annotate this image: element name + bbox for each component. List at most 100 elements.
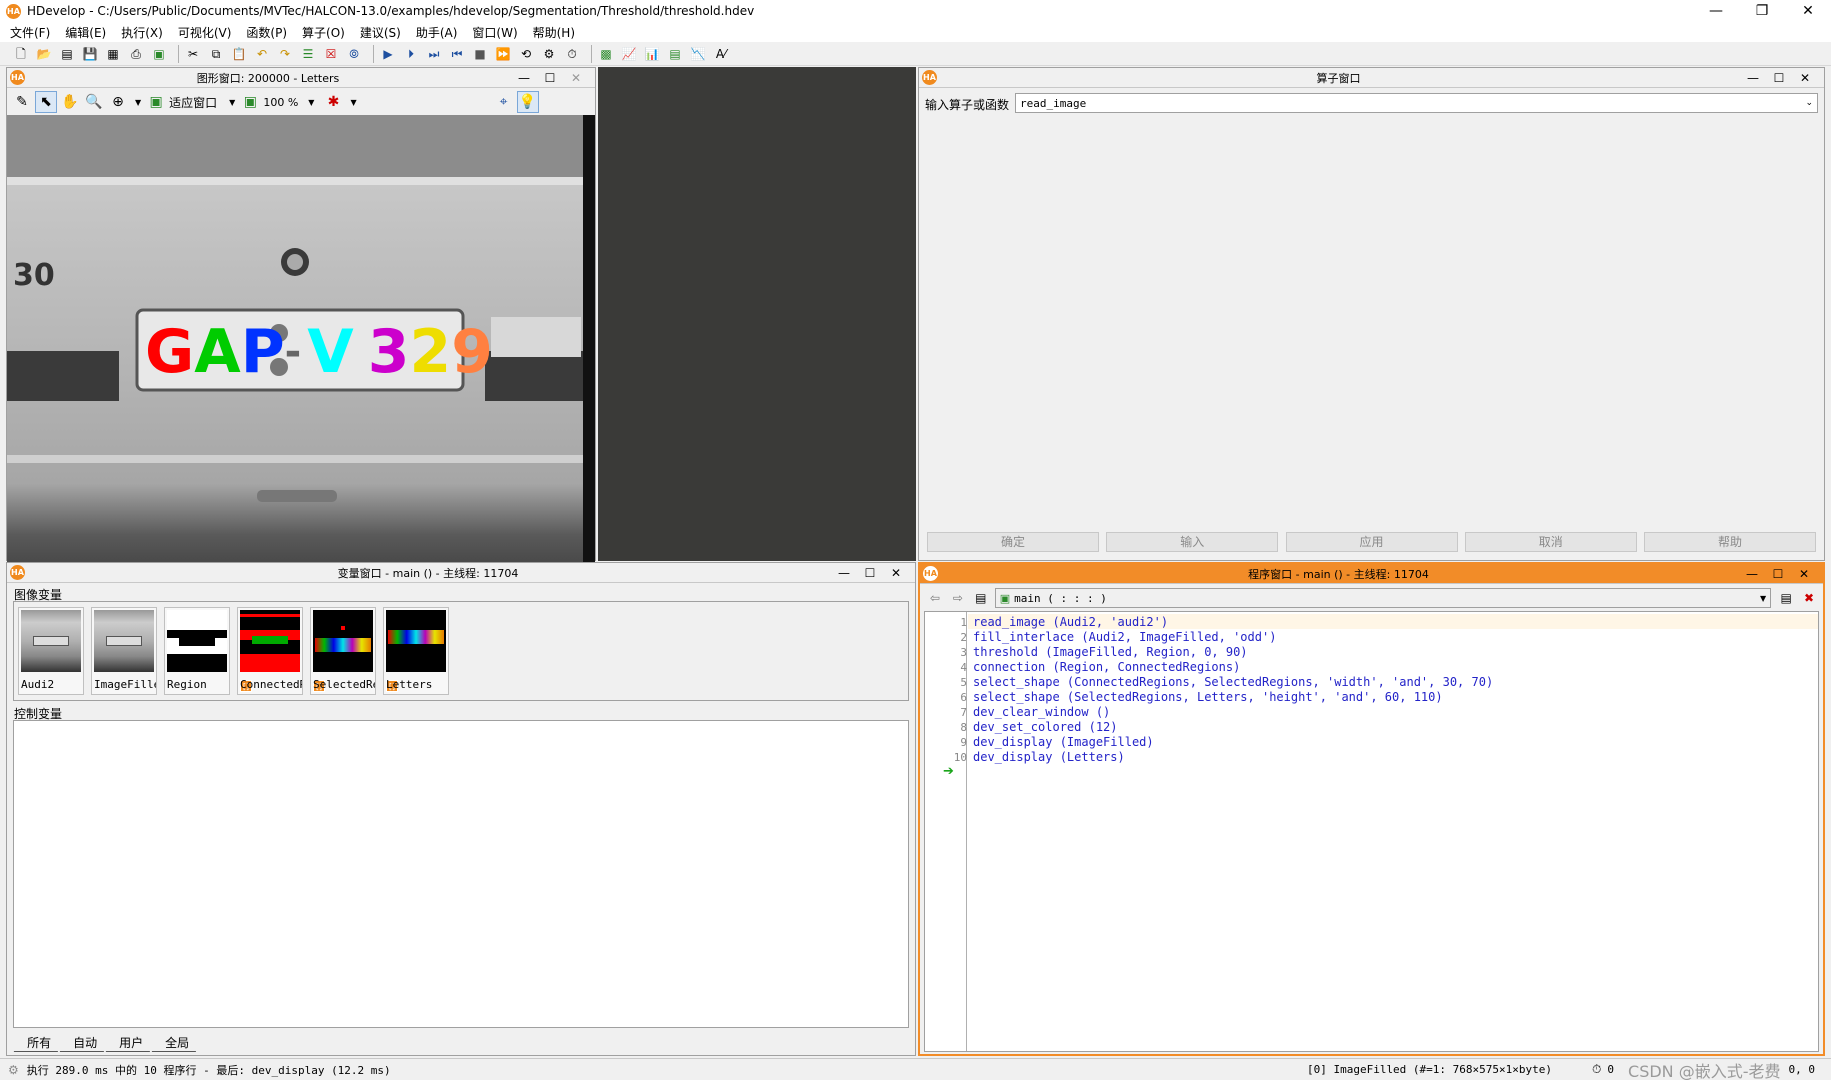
restore-icon[interactable]: ❐: [1739, 3, 1785, 19]
step-over-icon[interactable]: ⏭: [425, 45, 443, 63]
help-button[interactable]: 帮助: [1644, 532, 1816, 552]
procedure-properties-icon[interactable]: ▤: [1777, 589, 1795, 607]
open-file-icon[interactable]: 📂: [35, 45, 53, 63]
minimize-icon[interactable]: —: [831, 566, 857, 580]
fit-dropdown-icon[interactable]: ▼: [229, 98, 235, 107]
ocr-icon[interactable]: A⁄: [712, 45, 730, 63]
code-line[interactable]: dev_display (Letters): [973, 750, 1125, 765]
close-icon[interactable]: ✕: [1791, 567, 1817, 581]
close-icon[interactable]: ✕: [1785, 3, 1831, 19]
close-icon[interactable]: ✕: [1792, 71, 1818, 85]
close-icon[interactable]: ✕: [563, 71, 589, 85]
code-editor[interactable]: 1 2 3 4 5 6 7 8 9 10 read_image (Audi2, …: [924, 611, 1819, 1052]
minimize-icon[interactable]: —: [1693, 3, 1739, 19]
properties-icon[interactable]: ▣: [150, 45, 168, 63]
tab-global[interactable]: 全局: [151, 1034, 203, 1052]
feature-inspection-icon[interactable]: ▤: [666, 45, 684, 63]
cancel-button[interactable]: 取消: [1464, 532, 1637, 552]
step-into-icon[interactable]: ⏮: [448, 45, 466, 63]
thumbnail-imagefilled[interactable]: ImageFilled: [91, 607, 157, 695]
menu-help[interactable]: 帮助(H): [533, 24, 575, 41]
menu-edit[interactable]: 编辑(E): [65, 24, 106, 41]
redo-icon[interactable]: ↷: [276, 45, 294, 63]
line-profile-icon[interactable]: 📈: [620, 45, 638, 63]
export-icon[interactable]: ⎙: [127, 45, 145, 63]
image-acquisition-icon[interactable]: ▩: [597, 45, 615, 63]
minimize-icon[interactable]: —: [511, 71, 537, 85]
maximize-icon[interactable]: ☐: [1765, 567, 1791, 581]
jit-icon[interactable]: ⚙: [540, 45, 558, 63]
tab-user[interactable]: 用户: [105, 1034, 157, 1052]
chevron-down-icon[interactable]: ▼: [1760, 594, 1766, 603]
find-icon[interactable]: ⦾: [345, 45, 363, 63]
code-line[interactable]: fill_interlace (Audi2, ImageFilled, 'odd…: [973, 630, 1276, 645]
thumbnail-audi2[interactable]: Audi2: [18, 607, 84, 695]
operator-input[interactable]: read_image ⌄: [1015, 93, 1818, 113]
forward-arrow-icon[interactable]: ⇨: [949, 589, 967, 607]
code-line[interactable]: select_shape (SelectedRegions, Letters, …: [973, 690, 1443, 705]
save-icon[interactable]: 💾: [81, 45, 99, 63]
step-out-icon[interactable]: ⏩: [494, 45, 512, 63]
menu-procedures[interactable]: 函数(P): [246, 24, 287, 41]
zoom-level-icon[interactable]: ▣: [239, 91, 261, 113]
zoom-level-value[interactable]: 100 %: [263, 96, 298, 109]
code-line[interactable]: read_image (Audi2, 'audi2'): [973, 615, 1168, 630]
stop-icon[interactable]: ■: [471, 45, 489, 63]
new-file-icon[interactable]: 🗋: [12, 45, 30, 63]
tab-auto[interactable]: 自动: [59, 1034, 111, 1052]
apply-button[interactable]: 应用: [1285, 532, 1458, 552]
copy-icon[interactable]: ⧉: [207, 45, 225, 63]
edit-visualization-icon[interactable]: ✎: [11, 91, 33, 113]
maximize-icon[interactable]: ☐: [857, 566, 883, 580]
menu-file[interactable]: 文件(F): [10, 24, 50, 41]
undo-icon[interactable]: ↶: [253, 45, 271, 63]
color-dropdown-icon[interactable]: ▼: [350, 98, 356, 107]
zoom-icon[interactable]: ⊕: [107, 91, 129, 113]
menu-assistants[interactable]: 助手(A): [416, 24, 458, 41]
zoom-dropdown-icon[interactable]: ▼: [135, 98, 141, 107]
run-to-insert-icon[interactable]: ⏵: [402, 45, 420, 63]
run-icon[interactable]: ▶: [379, 45, 397, 63]
maximize-icon[interactable]: ☐: [1766, 71, 1792, 85]
cut-icon[interactable]: ✂: [184, 45, 202, 63]
maximize-icon[interactable]: ☐: [537, 71, 563, 85]
thumbnail-selectedregions[interactable]: [] SelectedRegions: [310, 607, 376, 695]
minimize-icon[interactable]: —: [1740, 71, 1766, 85]
pointer-icon[interactable]: ⬉: [35, 91, 57, 113]
magnifier-icon[interactable]: 🔍: [83, 91, 105, 113]
activate-line-icon[interactable]: ☰: [299, 45, 317, 63]
fit-window-label[interactable]: 适应窗口: [169, 94, 217, 111]
procedure-select[interactable]: ▣ main ( : : : ) ▼: [994, 588, 1772, 608]
histogram-icon[interactable]: 📊: [643, 45, 661, 63]
region-inspection-icon[interactable]: ⌖: [493, 91, 515, 113]
minimize-icon[interactable]: —: [1739, 567, 1765, 581]
close-icon[interactable]: ✕: [883, 566, 909, 580]
light-bulb-icon[interactable]: 💡: [516, 91, 539, 113]
code-line[interactable]: select_shape (ConnectedRegions, Selected…: [973, 675, 1493, 690]
enter-button[interactable]: 输入: [1106, 532, 1279, 552]
thumbnail-region[interactable]: Region: [164, 607, 230, 695]
profiler-icon[interactable]: ⏱: [563, 45, 581, 63]
menu-operators[interactable]: 算子(O): [302, 24, 345, 41]
zoom-level-dropdown-icon[interactable]: ▼: [308, 98, 314, 107]
code-line[interactable]: dev_display (ImageFilled): [973, 735, 1154, 750]
menu-execute[interactable]: 执行(X): [121, 24, 163, 41]
open-procedure-icon[interactable]: ▤: [972, 589, 990, 607]
paste-icon[interactable]: 📋: [230, 45, 248, 63]
reset-program-icon[interactable]: ⟲: [517, 45, 535, 63]
thumbnail-letters[interactable]: [] Letters: [383, 607, 449, 695]
tab-all[interactable]: 所有: [13, 1034, 65, 1052]
pan-hand-icon[interactable]: ✋: [59, 91, 81, 113]
code-line[interactable]: dev_clear_window (): [973, 705, 1110, 720]
code-line[interactable]: connection (Region, ConnectedRegions): [973, 660, 1240, 675]
thumbnail-connectedregions[interactable]: [] ConnectedRegions: [237, 607, 303, 695]
back-arrow-icon[interactable]: ⇦: [926, 589, 944, 607]
menu-visualization[interactable]: 可视化(V): [178, 24, 232, 41]
menu-suggestions[interactable]: 建议(S): [360, 24, 401, 41]
gray-histogram-icon[interactable]: 📉: [689, 45, 707, 63]
graphics-image-display[interactable]: 30 G A P - V 3 2 9: [7, 115, 595, 627]
save-all-icon[interactable]: ▦: [104, 45, 122, 63]
menu-window[interactable]: 窗口(W): [472, 24, 517, 41]
chevron-down-icon[interactable]: ⌄: [1805, 98, 1813, 108]
color-palette-icon[interactable]: ✱: [322, 91, 344, 113]
